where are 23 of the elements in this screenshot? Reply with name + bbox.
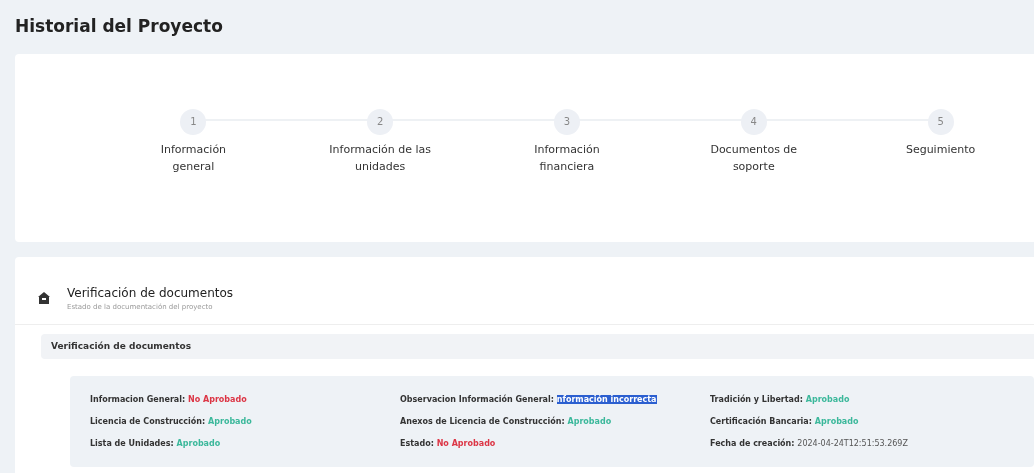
field-text: Observacion Información General: nformación incorrecta xyxy=(400,393,658,406)
step-number[interactable]: 1 xyxy=(180,108,207,135)
field-text: Estado: No Aprobado xyxy=(400,437,497,450)
step-label: Documentos de soporte xyxy=(709,141,799,175)
field-text: Licencia de Construcción: Aprobado xyxy=(90,415,253,428)
step-label: Información financiera xyxy=(533,141,601,175)
step-number[interactable]: 3 xyxy=(554,108,580,135)
field-text: Anexos de Licencia de Construcción: Aprobado xyxy=(400,415,613,428)
field-text: Informacion General: No Aprobado xyxy=(90,393,248,406)
step-number[interactable]: 5 xyxy=(927,108,954,135)
section-title: Verificación de documentos xyxy=(67,284,234,302)
step-label: Seguimiento xyxy=(904,141,977,158)
field-text: Tradición y Libertad: Aprobado xyxy=(710,393,851,406)
house-icon xyxy=(37,290,51,305)
step-number[interactable]: 2 xyxy=(367,108,394,135)
field-text: Fecha de creación: 2024-04-24T12:51:53.269Z xyxy=(710,437,909,450)
field-text: Lista de Unidades: Aprobado xyxy=(90,437,222,450)
page-title: Historial del Proyecto xyxy=(15,15,224,38)
field-text: Certificación Bancaria: Aprobado xyxy=(710,415,860,428)
accordion-header[interactable]: Verificación de documentos xyxy=(41,334,1034,359)
step-label: Información general xyxy=(159,141,228,175)
step-number[interactable]: 4 xyxy=(740,108,767,135)
step-label: Información de las unidades xyxy=(328,141,433,175)
